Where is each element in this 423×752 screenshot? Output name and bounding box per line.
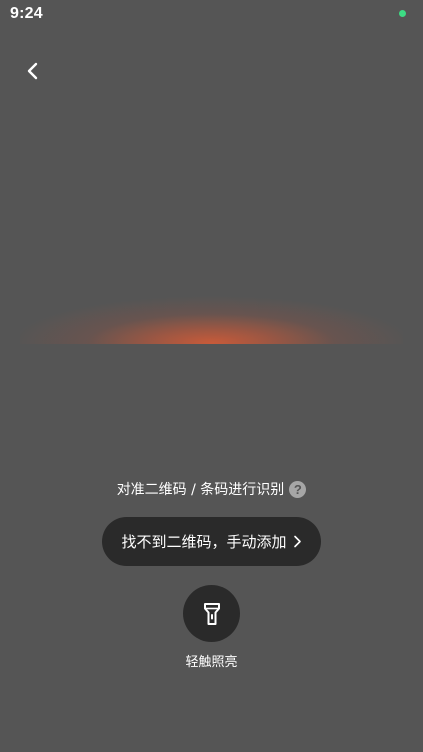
- flashlight-label: 轻触照亮: [185, 655, 238, 670]
- scan-hint-text: 对准二维码 / 条码进行识别: [116, 482, 285, 498]
- chevron-left-icon: [27, 62, 38, 80]
- back-button[interactable]: [14, 52, 52, 90]
- flashlight-icon: [203, 602, 220, 625]
- manual-add-label: 找不到二维码，手动添加: [121, 533, 287, 551]
- scan-line-glow: [20, 296, 403, 344]
- status-time: 9:24: [10, 5, 43, 22]
- question-circle-icon[interactable]: ?: [289, 480, 307, 498]
- scan-hint-row: 对准二维码 / 条码进行识别 ?: [0, 478, 423, 500]
- manual-add-button[interactable]: 找不到二维码，手动添加: [102, 517, 321, 566]
- status-indicator-dot: [399, 10, 406, 17]
- status-bar: 9:24: [0, 0, 423, 28]
- chevron-right-icon: [293, 535, 302, 548]
- flashlight-button[interactable]: [183, 585, 240, 642]
